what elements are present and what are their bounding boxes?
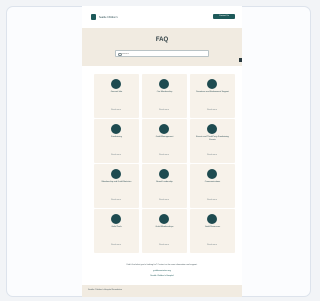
read-more-link[interactable]: Read more	[110, 109, 122, 112]
faq-card[interactable]: Guild Tools Read more	[94, 209, 139, 253]
top-navigation: Seattle Children's Contact Us	[82, 6, 242, 28]
card-title: Communications	[204, 181, 221, 183]
category-icon	[207, 169, 217, 179]
category-icon	[207, 124, 217, 134]
site-logo[interactable]: Seattle Children's	[91, 14, 151, 20]
read-more-link[interactable]: Read more	[158, 109, 170, 112]
card-title: Donations and Endowment Support	[196, 91, 229, 93]
category-icon	[111, 214, 121, 224]
logo-icon	[91, 14, 96, 20]
faq-category-grid: General Info Read more Our Membership Read…	[94, 74, 235, 253]
search-bar[interactable]	[115, 50, 209, 57]
read-more-link[interactable]: Read more	[206, 199, 218, 202]
faq-card[interactable]: Fundraising Read more	[94, 119, 139, 163]
card-title: Guild Resources	[204, 226, 221, 228]
card-title: Guild Memberships	[155, 226, 174, 228]
card-title: Guild Tools	[111, 226, 122, 228]
read-more-link[interactable]: Read more	[110, 154, 122, 157]
faq-card[interactable]: Communications Read more	[190, 164, 235, 208]
search-icon	[118, 52, 122, 56]
card-title: Events and Third-Party Fundraising Event…	[196, 136, 229, 141]
category-icon	[111, 169, 121, 179]
faq-card[interactable]: Guild Memberships Read more	[142, 209, 187, 253]
card-title: General Info	[110, 91, 123, 93]
footer-link-primary[interactable]: guildassociation.org	[135, 270, 189, 273]
read-more-link[interactable]: Read more	[206, 244, 218, 247]
contact-button[interactable]: Contact Us	[213, 14, 235, 19]
read-more-link[interactable]: Read more	[158, 199, 170, 202]
category-icon	[207, 79, 217, 89]
scroll-handle[interactable]	[239, 58, 242, 62]
footer-link-secondary[interactable]: Seattle Children's Hospital	[135, 275, 189, 278]
card-title: Fundraising	[111, 136, 122, 138]
card-title: Guild Management	[155, 136, 174, 138]
read-more-link[interactable]: Read more	[158, 244, 170, 247]
footer-note: Didn't find what you're looking for? Con…	[126, 264, 198, 266]
faq-card[interactable]: Donations and Endowment Support Read more	[190, 74, 235, 118]
faq-card[interactable]: Board Leadership Read more	[142, 164, 187, 208]
read-more-link[interactable]: Read more	[110, 244, 122, 247]
faq-card[interactable]: General Info Read more	[94, 74, 139, 118]
read-more-link[interactable]: Read more	[158, 154, 170, 157]
footer-copyright: Seattle Children's Hospital Foundation	[88, 289, 122, 291]
category-icon	[159, 79, 169, 89]
category-icon	[207, 214, 217, 224]
read-more-link[interactable]: Read more	[206, 109, 218, 112]
category-icon	[111, 79, 121, 89]
category-icon	[159, 169, 169, 179]
faq-card[interactable]: Guild Resources Read more	[190, 209, 235, 253]
faq-card[interactable]: Our Membership Read more	[142, 74, 187, 118]
faq-hero: FAQ	[82, 28, 242, 66]
card-title: Board Leadership	[156, 181, 173, 183]
search-input[interactable]	[122, 51, 207, 57]
faq-card[interactable]: Events and Third-Party Fundraising Event…	[190, 119, 235, 163]
faq-page: Seattle Children's Contact Us FAQ Genera…	[82, 6, 242, 297]
category-icon	[159, 214, 169, 224]
read-more-link[interactable]: Read more	[206, 154, 218, 157]
faq-card[interactable]: Guild Management Read more	[142, 119, 187, 163]
faq-card[interactable]: Membership and Guild Statistics Read more	[94, 164, 139, 208]
read-more-link[interactable]: Read more	[110, 199, 122, 202]
page-title: FAQ	[155, 37, 169, 43]
category-icon	[111, 124, 121, 134]
bottom-footer-bar: Seattle Children's Hospital Foundation	[82, 285, 242, 297]
card-title: Membership and Guild Statistics	[101, 181, 132, 183]
category-icon	[159, 124, 169, 134]
card-title: Our Membership	[156, 91, 173, 93]
logo-text: Seattle Children's	[99, 15, 118, 19]
